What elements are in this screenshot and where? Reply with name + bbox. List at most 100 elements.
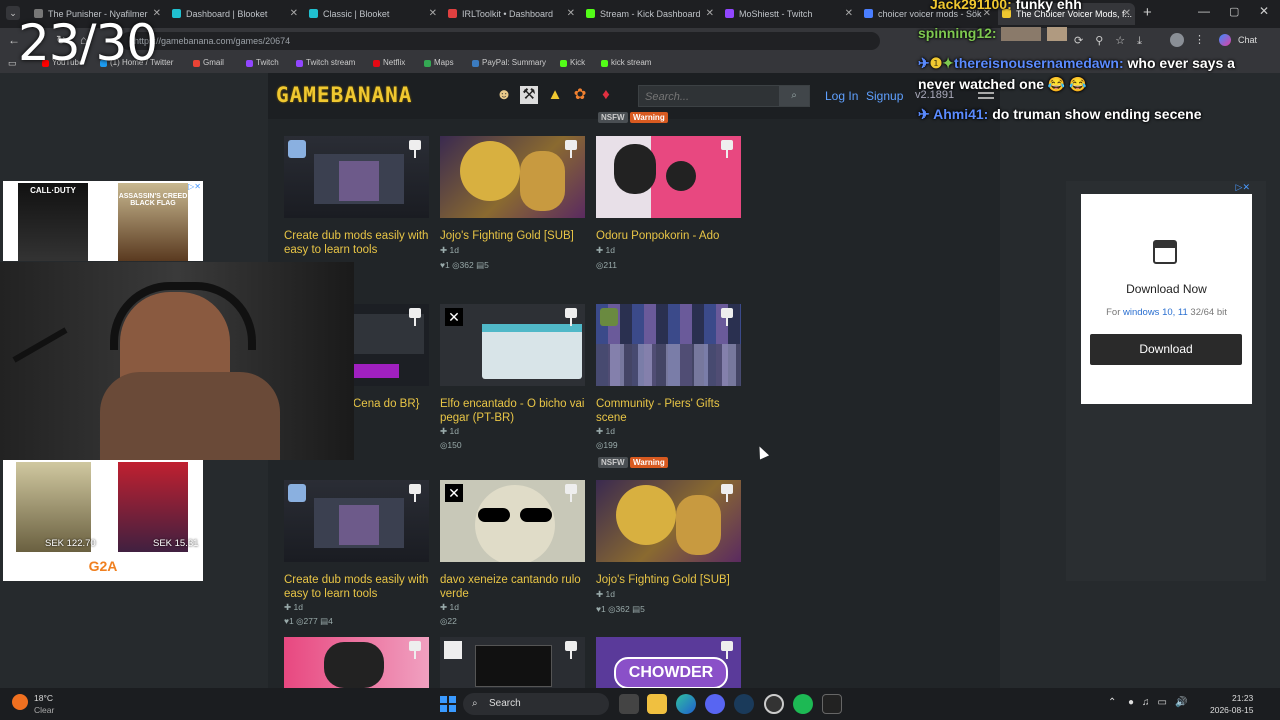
- mod-title[interactable]: Elfo encantado - O bicho vai pegar (PT-B…: [440, 397, 590, 425]
- window-close-icon[interactable]: ✕: [1259, 4, 1269, 18]
- close-icon[interactable]: ✕: [567, 3, 575, 25]
- bookmark-kick-stream[interactable]: kick stream: [601, 58, 651, 67]
- extensions-icons[interactable]: ⟳⚲☆⤓: [1074, 34, 1154, 48]
- avatar-icon[interactable]: ☻: [495, 86, 513, 104]
- task-view-icon[interactable]: [619, 694, 639, 714]
- adchoices-icon[interactable]: ▷✕: [188, 182, 201, 191]
- close-icon[interactable]: ✕: [429, 3, 437, 25]
- mod-thumbnail[interactable]: [596, 480, 741, 562]
- tray-chevron-icon[interactable]: ⌃: [1108, 697, 1116, 708]
- mod-card[interactable]: Community - Piers' Gifts scene ✚ 1d ◎199…: [596, 304, 746, 474]
- browser-tab[interactable]: Classic | Blooket ✕: [305, 3, 441, 25]
- mod-thumbnail[interactable]: [284, 637, 429, 688]
- mod-card[interactable]: Odoru Ponpokorin - Ado ✚ 1d ◎211: [596, 136, 746, 276]
- bookmark-kick[interactable]: Kick: [560, 58, 585, 67]
- browser-tab[interactable]: Stream - Kick Dashboard ✕: [582, 3, 718, 25]
- file-explorer-icon[interactable]: [647, 694, 667, 714]
- new-tab-icon[interactable]: +: [1143, 4, 1152, 21]
- mod-card[interactable]: ✕ davo xeneize cantando rulo verde ✚ 1d …: [440, 480, 590, 630]
- mod-card[interactable]: Create dub mods easily with easy to lear…: [284, 136, 434, 276]
- mod-title[interactable]: Jojo's Fighting Gold [SUB]: [440, 229, 590, 243]
- gear-icon[interactable]: ✿: [571, 86, 589, 104]
- weather-icon[interactable]: [12, 694, 28, 710]
- bookmark-gmail[interactable]: Gmail: [193, 58, 224, 67]
- mod-title[interactable]: Odoru Ponpokorin - Ado: [596, 229, 746, 243]
- bookmark-maps[interactable]: Maps: [424, 58, 454, 67]
- mod-thumbnail[interactable]: CHOWDER: [596, 637, 741, 688]
- close-icon[interactable]: ✕: [706, 3, 714, 25]
- mod-thumbnail[interactable]: [284, 136, 429, 218]
- mod-thumbnail[interactable]: [596, 136, 741, 218]
- settings-icon[interactable]: ⋮: [1194, 33, 1205, 46]
- mod-card[interactable]: Jojo's Fighting Gold [SUB] ✚ 1d ♥1 ◎362 …: [596, 480, 746, 630]
- game-ad-bottom[interactable]: SEK 122.70 SEK 15.31 G2A: [3, 460, 203, 581]
- bookmark-netflix[interactable]: Netflix: [373, 58, 405, 67]
- browser-tab[interactable]: Dashboard | Blooket ✕: [168, 3, 302, 25]
- mod-thumbnail[interactable]: [284, 480, 429, 562]
- weather-desc[interactable]: Clear: [34, 705, 54, 715]
- adchoices-icon[interactable]: ▷✕: [1236, 182, 1250, 193]
- obs-icon[interactable]: [764, 694, 784, 714]
- avatar[interactable]: [1170, 33, 1184, 47]
- clock-date[interactable]: 2026-08-15: [1210, 705, 1253, 715]
- mod-card[interactable]: Jojo's Fighting Gold [SUB] ✚ 1d ♥1 ◎362 …: [440, 136, 590, 276]
- login-link[interactable]: Log In: [825, 89, 858, 103]
- tab-favicon: [864, 9, 873, 18]
- signup-link[interactable]: Signup: [866, 89, 903, 103]
- mod-title[interactable]: davo xeneize cantando rulo verde: [440, 573, 590, 601]
- mod-card[interactable]: Create dub mods easily with easy to lear…: [284, 480, 434, 630]
- mod-thumbnail[interactable]: [440, 136, 585, 218]
- bookmark-paypal[interactable]: PayPal: Summary: [472, 58, 546, 67]
- mod-title[interactable]: Create dub mods easily with easy to lear…: [284, 229, 434, 257]
- price-2: SEK 15.31: [153, 538, 199, 549]
- bookmark-twitch-stream[interactable]: Twitch stream: [296, 58, 355, 67]
- steam-icon[interactable]: [734, 694, 754, 714]
- edge-icon[interactable]: [676, 694, 696, 714]
- mod-thumbnail[interactable]: ✕: [440, 304, 585, 386]
- close-icon[interactable]: ✕: [1123, 3, 1131, 25]
- spotify-icon[interactable]: [793, 694, 813, 714]
- mod-thumbnail[interactable]: [596, 304, 741, 386]
- tools-icon[interactable]: ⚒: [520, 86, 538, 104]
- cod-cover[interactable]: CALL·DUTY: [18, 183, 88, 261]
- triangle-icon[interactable]: ▲: [546, 86, 564, 104]
- app-icon[interactable]: [822, 694, 842, 714]
- search-input[interactable]: [639, 86, 787, 108]
- mod-title[interactable]: Cena do BR}: [353, 397, 433, 411]
- mod-thumbnail[interactable]: ✕: [440, 480, 585, 562]
- chat-button[interactable]: Chat: [1238, 35, 1257, 45]
- mod-thumbnail[interactable]: [440, 637, 585, 688]
- game-ad-top[interactable]: CALL·DUTY ASSASSIN'S CREED BLACK FLAG ▷✕: [3, 181, 203, 261]
- ac-cover[interactable]: ASSASSIN'S CREED BLACK FLAG: [118, 183, 188, 261]
- mod-title[interactable]: Create dub mods easily with easy to lear…: [284, 573, 434, 601]
- windows-start-icon[interactable]: [440, 696, 456, 712]
- url-field[interactable]: https://gamebanana.com/games/20674: [120, 32, 880, 50]
- close-icon[interactable]: ✕: [290, 3, 298, 25]
- close-icon[interactable]: ✕: [845, 3, 853, 25]
- mod-title[interactable]: Jojo's Fighting Gold [SUB]: [596, 573, 746, 587]
- copilot-icon[interactable]: [1219, 34, 1231, 46]
- discord-icon[interactable]: [705, 694, 725, 714]
- mod-title[interactable]: Community - Piers' Gifts scene: [596, 397, 746, 425]
- weather-temp[interactable]: 18°C: [34, 693, 53, 703]
- maximize-icon[interactable]: ▢: [1229, 5, 1239, 18]
- ad-for-suffix: 32/64 bit: [1190, 307, 1227, 318]
- download-button[interactable]: Download: [1090, 334, 1242, 365]
- tray-icons[interactable]: ●♫▭🔊: [1128, 697, 1195, 708]
- browser-tab[interactable]: MoShiestt - Twitch ✕: [721, 3, 857, 25]
- download-ad[interactable]: ▷✕ Download Now For windows 10, 11 32/64…: [1081, 182, 1252, 404]
- age-label: ✚ 1d: [440, 245, 459, 255]
- browser-tab[interactable]: IRLToolkit • Dashboard ✕: [444, 3, 579, 25]
- minimize-icon[interactable]: —: [1198, 4, 1210, 18]
- clock-time[interactable]: 21:23: [1232, 693, 1253, 703]
- search-icon[interactable]: ⌕: [779, 86, 809, 106]
- age-label: ✚ 1d: [440, 602, 459, 612]
- mod-card[interactable]: ✕ Elfo encantado - O bicho vai pegar (PT…: [440, 304, 590, 464]
- strawberry-icon[interactable]: ♦: [597, 86, 615, 104]
- taskbar-search[interactable]: ⌕ Search: [463, 693, 609, 715]
- apps-icon[interactable]: ▭: [8, 58, 17, 69]
- bookmark-label: kick stream: [611, 58, 652, 67]
- tab-favicon: [309, 9, 318, 18]
- site-logo[interactable]: GAMEBANANA: [276, 83, 412, 107]
- bookmark-twitch[interactable]: Twitch: [246, 58, 279, 67]
